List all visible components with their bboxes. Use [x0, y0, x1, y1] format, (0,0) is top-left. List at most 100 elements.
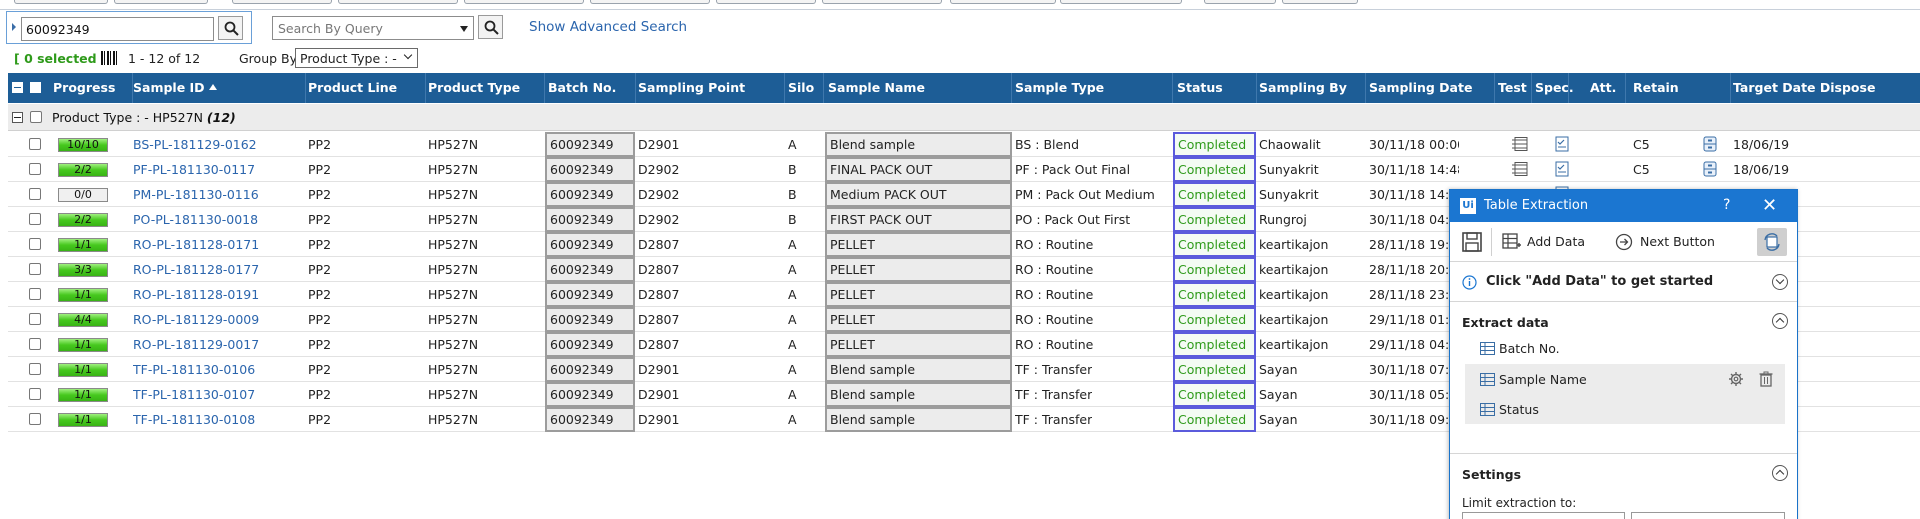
sample-id-link[interactable]: PF-PL-181130-0117	[133, 157, 255, 182]
top-toolbar-button[interactable]	[114, 0, 208, 4]
col-header-sample-name[interactable]: Sample Name	[828, 73, 925, 103]
col-header-test[interactable]: Test	[1498, 73, 1527, 103]
col-header-att[interactable]: Att.	[1590, 73, 1616, 103]
sample-id-search-group	[6, 11, 252, 44]
top-toolbar-button[interactable]	[232, 0, 332, 4]
table-row[interactable]: 10/10 BS-PL-181129-0162 PP2 HP527N 60092349 D…	[8, 132, 1920, 157]
sample-id-link[interactable]: RO-PL-181128-0191	[133, 282, 259, 307]
cell-sampling-date: 30/11/18 14:4	[1369, 187, 1458, 202]
top-toolbar-button[interactable]	[950, 0, 1056, 4]
barcode-icon[interactable]	[101, 51, 117, 65]
col-header-sampling-point[interactable]: Sampling Point	[638, 73, 745, 103]
search-button[interactable]	[218, 16, 243, 40]
top-toolbar-button[interactable]	[716, 0, 816, 4]
sample-id-link[interactable]: RO-PL-181128-0177	[133, 257, 259, 282]
row-checkbox[interactable]	[29, 313, 41, 325]
group-checkbox[interactable]	[30, 111, 42, 123]
col-header-target-date-dispose[interactable]: Target Date Dispose	[1733, 73, 1875, 103]
next-button-label[interactable]: Next Button	[1640, 234, 1715, 249]
col-header-sample-id[interactable]: Sample ID	[133, 73, 217, 103]
col-header-sample-type[interactable]: Sample Type	[1015, 73, 1104, 103]
extract-field-sample-name[interactable]: Sample Name	[1465, 364, 1785, 394]
row-checkbox[interactable]	[29, 338, 41, 350]
limit-type-select[interactable]	[1462, 512, 1625, 519]
cell-sample-type: RO : Routine	[1015, 312, 1094, 327]
top-toolbar-button[interactable]	[590, 0, 710, 4]
top-toolbar-button[interactable]	[338, 0, 458, 4]
collapse-all-icon[interactable]	[12, 82, 23, 93]
cell-product-type: HP527N	[428, 312, 479, 327]
col-header-retain[interactable]: Retain	[1633, 73, 1679, 103]
spec-document-icon[interactable]	[1555, 161, 1569, 177]
col-header-sampling-date[interactable]: Sampling Date	[1369, 73, 1472, 103]
col-header-product-type[interactable]: Product Type	[428, 73, 520, 103]
col-header-status[interactable]: Status	[1177, 73, 1223, 103]
gear-icon[interactable]	[1728, 371, 1744, 387]
show-advanced-search-link[interactable]: Show Advanced Search	[529, 19, 687, 35]
row-checkbox[interactable]	[29, 263, 41, 275]
add-data-icon[interactable]	[1502, 233, 1522, 251]
test-list-icon[interactable]	[1512, 137, 1528, 151]
add-data-button[interactable]: Add Data	[1527, 234, 1585, 249]
extract-field-batch-no[interactable]: Batch No.	[1465, 333, 1785, 363]
row-checkbox[interactable]	[29, 363, 41, 375]
top-toolbar-button[interactable]	[822, 0, 942, 4]
expand-caret-icon[interactable]	[12, 23, 16, 31]
save-icon[interactable]	[1461, 231, 1483, 253]
next-button-icon[interactable]	[1615, 233, 1633, 251]
sample-id-search-input[interactable]	[21, 17, 214, 41]
trash-icon[interactable]	[1759, 371, 1773, 387]
col-header-silo[interactable]: Silo	[788, 73, 814, 103]
row-checkbox[interactable]	[29, 213, 41, 225]
sample-id-link[interactable]: RO-PL-181129-0017	[133, 332, 259, 357]
top-toolbar-button[interactable]	[1282, 0, 1358, 4]
row-checkbox[interactable]	[29, 238, 41, 250]
sample-id-link[interactable]: RO-PL-181128-0171	[133, 232, 259, 257]
sample-id-link[interactable]: PO-PL-181130-0018	[133, 207, 258, 232]
cell-sampling-by: Sayan	[1259, 362, 1298, 377]
cell-product-type: HP527N	[428, 337, 479, 352]
test-list-icon[interactable]	[1512, 162, 1528, 176]
query-select[interactable]: Search By Query	[272, 16, 474, 40]
cell-product-line: PP2	[308, 287, 332, 302]
sample-id-link[interactable]: TF-PL-181130-0106	[133, 357, 255, 382]
close-button[interactable]: ✕	[1762, 195, 1777, 216]
col-header-batch-no[interactable]: Batch No.	[548, 73, 616, 103]
row-checkbox[interactable]	[29, 388, 41, 400]
help-button[interactable]: ?	[1723, 197, 1730, 213]
cell-product-type: HP527N	[428, 137, 479, 152]
row-checkbox[interactable]	[29, 413, 41, 425]
query-search-button[interactable]	[478, 15, 503, 39]
sample-id-link[interactable]: TF-PL-181130-0107	[133, 382, 255, 407]
group-by-select[interactable]: Product Type : -	[295, 48, 418, 68]
sample-id-link[interactable]: PM-PL-181130-0116	[133, 182, 259, 207]
row-checkbox[interactable]	[29, 288, 41, 300]
sample-id-link[interactable]: BS-PL-181129-0162	[133, 132, 257, 157]
row-checkbox[interactable]	[29, 163, 41, 175]
retain-storage-icon[interactable]	[1703, 161, 1717, 177]
collapse-group-icon[interactable]	[12, 112, 23, 123]
table-row[interactable]: 2/2 PF-PL-181130-0117 PP2 HP527N 60092349 D29…	[8, 157, 1920, 182]
top-toolbar-button[interactable]	[1204, 0, 1276, 4]
collapse-extract-chevron-icon[interactable]	[1772, 313, 1788, 329]
col-header-product-line[interactable]: Product Line	[308, 73, 397, 103]
expand-hint-chevron-icon[interactable]	[1772, 274, 1788, 290]
row-checkbox[interactable]	[29, 188, 41, 200]
top-toolbar-button[interactable]	[14, 0, 108, 4]
cell-sample-name: Blend sample	[825, 357, 1012, 382]
top-toolbar-button[interactable]	[1060, 0, 1182, 4]
sample-id-link[interactable]: RO-PL-181129-0009	[133, 307, 259, 332]
toggle-selection-button[interactable]	[1757, 228, 1787, 256]
collapse-settings-chevron-icon[interactable]	[1772, 465, 1788, 481]
spec-document-icon[interactable]	[1555, 136, 1569, 152]
col-header-progress[interactable]: Progress	[53, 73, 115, 103]
row-checkbox[interactable]	[29, 138, 41, 150]
top-toolbar-button[interactable]	[464, 0, 584, 4]
extract-field-status[interactable]: Status	[1465, 394, 1785, 424]
col-header-sampling-by[interactable]: Sampling By	[1259, 73, 1347, 103]
cell-sampling-by: Chaowalit	[1259, 137, 1321, 152]
select-all-checkbox[interactable]	[30, 82, 41, 93]
retain-storage-icon[interactable]	[1703, 136, 1717, 152]
sample-id-link[interactable]: TF-PL-181130-0108	[133, 407, 255, 432]
limit-value-select[interactable]	[1631, 512, 1785, 519]
